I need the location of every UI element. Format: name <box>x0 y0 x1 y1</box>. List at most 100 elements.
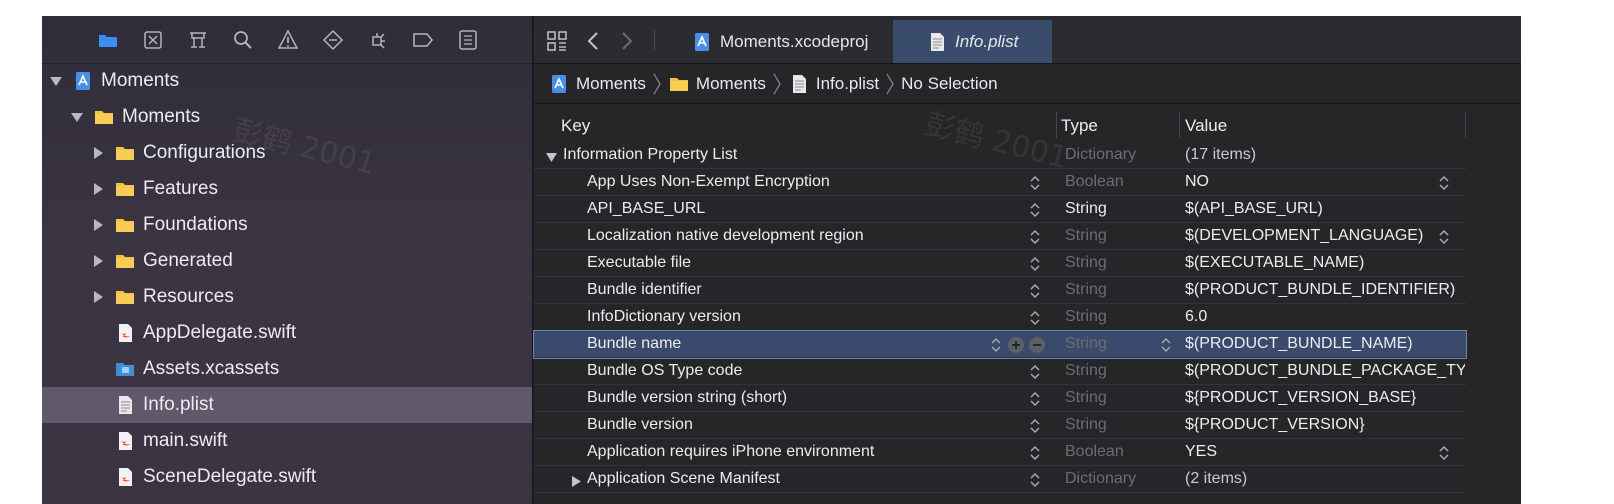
tree-item[interactable]: Configurations <box>42 135 532 171</box>
disclosure-collapsed-icon[interactable] <box>92 290 104 304</box>
plist-row[interactable]: Bundle OS Type code String $(PRODUCT_BUNDL… <box>534 358 1466 385</box>
plist-type[interactable]: String <box>1065 227 1107 245</box>
tree-item[interactable]: Features <box>42 171 532 207</box>
plist-type[interactable]: String <box>1065 362 1107 380</box>
plist-value[interactable]: $(EXECUTABLE_NAME) <box>1185 254 1465 272</box>
plist-type[interactable]: String <box>1065 281 1107 299</box>
jump-bar-item[interactable]: Moments <box>668 74 766 94</box>
report-icon[interactable] <box>454 26 482 54</box>
plist-value[interactable]: $(PRODUCT_BUNDLE_IDENTIFIER) <box>1185 281 1465 299</box>
plist-type[interactable]: String <box>1065 308 1107 326</box>
back-arrow-icon[interactable] <box>581 28 607 54</box>
symbol-icon[interactable] <box>184 26 212 54</box>
disclosure-collapsed-icon[interactable] <box>92 218 104 232</box>
plist-row[interactable]: Executable file String $(EXECUTABLE_NAME) <box>534 250 1466 277</box>
plist-type[interactable]: String <box>1065 416 1107 434</box>
column-divider[interactable] <box>1056 112 1057 138</box>
key-stepper-icon[interactable] <box>1029 444 1041 462</box>
plist-type[interactable]: String <box>1065 254 1107 272</box>
key-stepper-icon[interactable] <box>1029 390 1041 408</box>
plist-row[interactable]: Bundle version String ${PRODUCT_VERSION} <box>534 412 1466 439</box>
source-control-icon[interactable] <box>139 26 167 54</box>
plist-row[interactable]: Application Scene Manifest Dictionary (2 i… <box>534 466 1466 493</box>
key-stepper-icon[interactable] <box>1029 471 1041 489</box>
tree-item[interactable]: main.swift <box>42 423 532 459</box>
remove-row-icon[interactable] <box>1029 337 1045 353</box>
disclosure-collapsed-icon[interactable] <box>92 146 104 160</box>
key-stepper-icon[interactable] <box>1029 282 1041 300</box>
plist-row[interactable]: App Uses Non-Exempt Encryption Boolean NO <box>534 169 1466 196</box>
value-stepper-icon[interactable] <box>1438 228 1450 246</box>
tree-item[interactable]: Moments <box>42 63 532 99</box>
forward-arrow-icon[interactable] <box>613 28 639 54</box>
type-stepper-icon[interactable] <box>1160 336 1172 354</box>
tree-item[interactable]: Assets.xcassets <box>42 351 532 387</box>
plist-value[interactable]: $(DEVELOPMENT_LANGUAGE) <box>1185 227 1465 245</box>
disclosure-expanded-icon[interactable] <box>50 74 62 88</box>
issue-warning-icon[interactable] <box>274 26 302 54</box>
plist-type[interactable]: Dictionary <box>1065 146 1136 164</box>
disclosure-collapsed-icon[interactable] <box>92 254 104 268</box>
plist-row[interactable]: Bundle version string (short) String ${PRO… <box>534 385 1466 412</box>
tree-item[interactable]: Generated <box>42 243 532 279</box>
value-stepper-icon[interactable] <box>1438 444 1450 462</box>
tree-item[interactable]: AppDelegate.swift <box>42 315 532 351</box>
tree-item[interactable]: SceneDelegate.swift <box>42 459 532 495</box>
find-icon[interactable] <box>229 26 257 54</box>
column-divider[interactable] <box>1465 112 1466 138</box>
plist-row[interactable]: Localization native development region St… <box>534 223 1466 250</box>
plist-value[interactable]: ${PRODUCT_VERSION} <box>1185 416 1465 434</box>
test-icon[interactable] <box>319 26 347 54</box>
disclosure-expanded-icon[interactable] <box>546 150 557 162</box>
disclosure-collapsed-icon[interactable] <box>571 474 582 487</box>
plist-row[interactable]: Application requires iPhone environment B… <box>534 439 1466 466</box>
grid-icon[interactable] <box>544 28 570 54</box>
add-row-icon[interactable] <box>1008 337 1024 353</box>
key-stepper-icon[interactable] <box>1029 363 1041 381</box>
plist-type[interactable]: String <box>1065 200 1107 218</box>
plist-type[interactable]: String <box>1065 389 1107 407</box>
plist-value[interactable]: $(PRODUCT_BUNDLE_PACKAGE_TY <box>1185 362 1465 380</box>
plist-value[interactable]: ${PRODUCT_VERSION_BASE} <box>1185 389 1465 407</box>
key-stepper-icon[interactable] <box>1029 228 1041 246</box>
key-stepper-icon[interactable] <box>1029 309 1041 327</box>
key-stepper-icon[interactable] <box>1029 255 1041 273</box>
plist-value[interactable]: 6.0 <box>1185 308 1465 326</box>
plist-value[interactable]: NO <box>1185 173 1465 191</box>
tree-item[interactable]: Resources <box>42 279 532 315</box>
tree-item[interactable]: Moments <box>42 99 532 135</box>
column-header-type[interactable]: Type <box>1061 116 1098 136</box>
plist-value[interactable]: $(PRODUCT_BUNDLE_NAME) <box>1185 335 1465 353</box>
disclosure-expanded-icon[interactable] <box>71 110 83 124</box>
plist-row[interactable]: API_BASE_URL String $(API_BASE_URL) <box>534 196 1466 223</box>
editor-tab[interactable]: Moments.xcodeproj <box>672 20 890 63</box>
debug-icon[interactable] <box>364 26 392 54</box>
plist-type[interactable]: Boolean <box>1065 173 1124 191</box>
plist-value[interactable]: (17 items) <box>1185 146 1465 164</box>
plist-value[interactable]: (2 items) <box>1185 470 1465 488</box>
jump-bar-item[interactable]: Info.plist <box>788 74 879 94</box>
plist-type[interactable]: Dictionary <box>1065 470 1136 488</box>
value-stepper-icon[interactable] <box>1438 174 1450 192</box>
column-header-key[interactable]: Key <box>561 116 590 136</box>
plist-value[interactable]: $(API_BASE_URL) <box>1185 200 1465 218</box>
tree-item[interactable]: Info.plist <box>42 387 532 423</box>
tree-item[interactable]: Foundations <box>42 207 532 243</box>
key-stepper-icon[interactable] <box>1029 201 1041 219</box>
plist-value[interactable]: YES <box>1185 443 1465 461</box>
plist-type[interactable]: Boolean <box>1065 443 1124 461</box>
plist-row[interactable]: Information Property List Dictionary (17 i… <box>534 142 1466 169</box>
jump-bar-item[interactable]: No Selection <box>901 74 997 94</box>
key-stepper-icon[interactable] <box>1029 174 1041 192</box>
folder-icon[interactable] <box>94 26 122 54</box>
plist-type[interactable]: String <box>1065 335 1107 353</box>
editor-tab[interactable]: Info.plist <box>893 20 1052 63</box>
plist-row[interactable]: InfoDictionary version String 6.0 <box>534 304 1466 331</box>
plist-row[interactable]: Bundle identifier String $(PRODUCT_BUNDLE_… <box>534 277 1466 304</box>
disclosure-collapsed-icon[interactable] <box>92 182 104 196</box>
plist-row[interactable]: Bundle name String $(PRODUCT_BUNDLE_NAME) <box>533 330 1467 359</box>
key-stepper-icon[interactable] <box>990 336 1002 354</box>
column-divider[interactable] <box>1179 112 1180 138</box>
breakpoint-icon[interactable] <box>409 26 437 54</box>
jump-bar-item[interactable]: Moments <box>548 74 646 94</box>
